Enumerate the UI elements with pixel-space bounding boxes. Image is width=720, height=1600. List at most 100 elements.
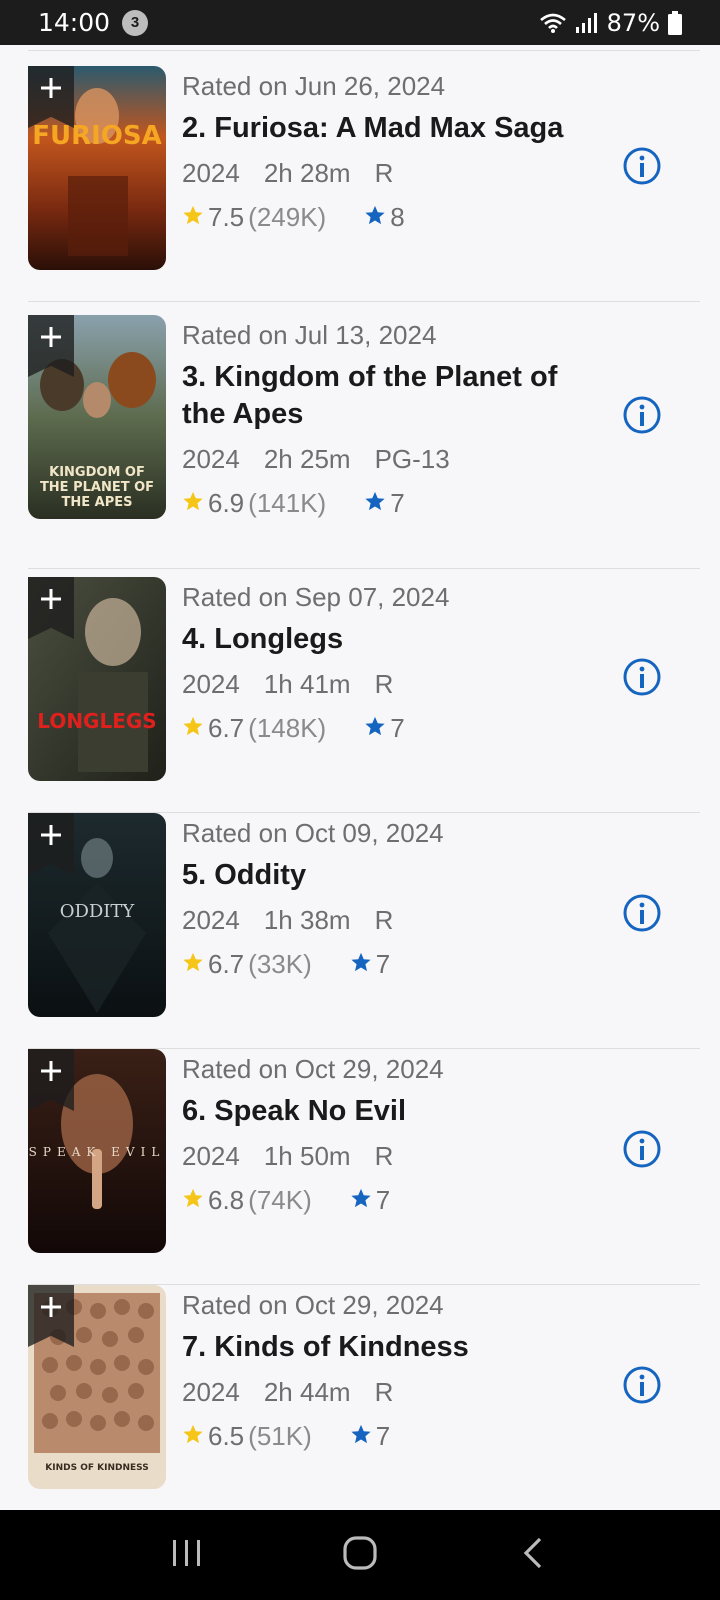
movie-year: 2024 [182,1141,240,1171]
my-rating-value: 7 [375,1185,391,1215]
rated-date: Rated on Sep 07, 2024 [182,582,450,612]
status-bar: 14:00 3 87% [0,0,720,45]
movie-runtime: 2h 44m [263,1377,351,1407]
info-circle-icon [622,894,662,937]
poster-title-text: KINDS OF KINDNESS [45,1463,149,1473]
info-button[interactable] [622,1365,662,1405]
recent-apps-button[interactable] [157,1525,217,1585]
info-button[interactable] [622,893,662,933]
movie-info[interactable]: Rated on Oct 29, 2024 6. Speak No Evil 2… [182,1049,602,1220]
movie-year: 2024 [182,1377,240,1407]
movie-info[interactable]: Rated on Jun 26, 2024 2. Furiosa: A Mad … [182,66,602,237]
poster-image[interactable]: KINGDOM OF THE PLANET OF THE APES [28,315,166,519]
movie-certificate: R [374,905,394,935]
poster-image[interactable]: SPEAK EVIL [28,1049,166,1253]
list-item[interactable]: SPEAK EVIL Rated on Oct 29, 2024 6. Spea… [28,1049,700,1285]
vote-count: (51K) [248,1421,312,1451]
info-button[interactable] [622,657,662,697]
signal-icon [575,12,599,34]
my-rating: 7 [346,1180,390,1220]
rated-date: Rated on Oct 09, 2024 [182,818,444,848]
back-button[interactable] [503,1525,563,1585]
info-circle-icon [622,396,662,439]
movie-info[interactable]: Rated on Sep 07, 2024 4. Longlegs 2024 1… [182,577,602,748]
info-button[interactable] [622,395,662,435]
movie-info[interactable]: Rated on Oct 09, 2024 5. Oddity 2024 1h … [182,813,602,984]
imdb-rating: 6.5 [208,1421,245,1451]
imdb-rating: 6.7 [208,949,245,979]
blue-star-icon [350,1416,372,1456]
movie-meta: 2024 1h 38m R [182,900,602,940]
star-icon [182,197,204,237]
poster-title-text: FURIOSA [32,121,162,151]
movie-year: 2024 [182,158,240,188]
back-icon [521,1536,545,1575]
star-icon [182,708,204,748]
star-icon [182,483,204,523]
my-rating: 7 [346,1416,390,1456]
movie-title: 2. Furiosa: A Mad Max Saga [182,112,564,144]
info-circle-icon [622,658,662,701]
info-button[interactable] [622,1129,662,1169]
info-circle-icon [622,1130,662,1173]
rated-date: Rated on Oct 29, 2024 [182,1290,444,1320]
list-item[interactable]: KINGDOM OF THE PLANET OF THE APES Rated … [28,315,700,569]
movie-year: 2024 [182,669,240,699]
poster-title-text: KINGDOM OF THE PLANET OF THE APES [39,465,155,510]
rated-movies-list[interactable]: FURIOSA Rated on Jun 26, 2024 2. Furiosa… [0,45,720,1510]
vote-count: (148K) [248,713,327,743]
movie-runtime: 1h 38m [263,905,351,935]
movie-ratings: 6.7 (33K) 7 [182,944,602,984]
movie-meta: 2024 2h 25m PG-13 [182,439,602,479]
poster-title-text: ODDITY [59,901,135,922]
movie-meta: 2024 2h 28m R [182,153,602,193]
vote-count: (141K) [248,488,327,518]
poster-image[interactable]: LONGLEGS [28,577,166,781]
info-button[interactable] [622,146,662,186]
my-rating: 7 [360,483,405,523]
recent-apps-icon [170,1538,204,1573]
movie-meta: 2024 1h 50m R [182,1136,602,1176]
poster-image[interactable]: ODDITY [28,813,166,1017]
poster-image[interactable]: KINDS OF KINDNESS [28,1285,166,1489]
rated-date: Rated on Jul 13, 2024 [182,320,437,350]
my-rating: 7 [346,944,390,984]
poster-title-text: SPEAK EVIL [28,1145,166,1159]
blue-star-icon [364,708,386,748]
battery-icon [668,10,682,35]
movie-certificate: R [374,158,394,188]
movie-runtime: 2h 25m [263,444,351,474]
poster-title-text: LONGLEGS [37,709,157,733]
list-item[interactable]: LONGLEGS Rated on Sep 07, 2024 4. Longle… [28,577,700,813]
movie-year: 2024 [182,444,240,474]
list-item[interactable]: FURIOSA Rated on Jun 26, 2024 2. Furiosa… [28,66,700,302]
movie-certificate: PG-13 [374,444,450,474]
star-icon [182,1416,204,1456]
blue-star-icon [364,483,386,523]
my-rating: 7 [360,708,405,748]
movie-title: 3. Kingdom of the Planet of the Apes [182,361,558,430]
list-item[interactable]: ODDITY Rated on Oct 09, 2024 5. Oddity 2… [28,813,700,1049]
vote-count: (249K) [248,202,327,232]
imdb-rating: 6.8 [208,1185,245,1215]
notification-count-badge: 3 [122,9,149,36]
status-left: 14:00 3 [38,8,149,37]
my-rating-value: 8 [390,202,405,232]
movie-title: 5. Oddity [182,859,307,891]
poster-image[interactable]: FURIOSA [28,66,166,270]
divider [28,301,700,302]
imdb-rating: 6.7 [208,713,245,743]
my-rating-value: 7 [390,713,405,743]
imdb-rating: 7.5 [208,202,245,232]
movie-meta: 2024 1h 41m R [182,664,602,704]
movie-info[interactable]: Rated on Jul 13, 2024 3. Kingdom of the … [182,315,602,523]
list-item[interactable]: KINDS OF KINDNESS Rated on Oct 29, 2024 … [28,1285,700,1510]
rated-date: Rated on Jun 26, 2024 [182,71,446,101]
movie-info[interactable]: Rated on Oct 29, 2024 7. Kinds of Kindne… [182,1285,602,1456]
vote-count: (33K) [248,949,312,979]
movie-ratings: 6.8 (74K) 7 [182,1180,602,1220]
star-icon [182,944,204,984]
star-icon [182,1180,204,1220]
movie-certificate: R [374,1377,394,1407]
home-button[interactable] [330,1525,390,1585]
